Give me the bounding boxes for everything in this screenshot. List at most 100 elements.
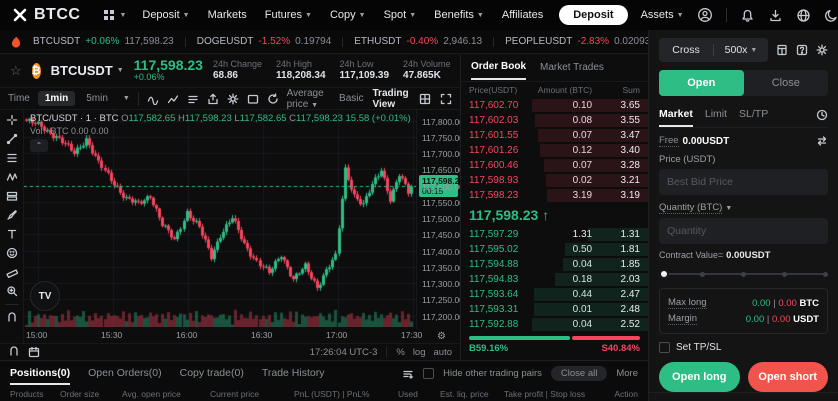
quantity-input[interactable]	[659, 218, 828, 244]
layout-grid-icon[interactable]	[419, 93, 431, 105]
deposit-button[interactable]: Deposit	[559, 5, 627, 25]
language-globe-icon[interactable]	[796, 8, 811, 23]
open-long-button[interactable]: Open long	[659, 362, 740, 392]
leverage-button[interactable]: 500x ▼	[714, 44, 768, 56]
tradingview-logo[interactable]: TV	[30, 281, 60, 311]
list-filter-icon[interactable]	[402, 368, 414, 380]
order-tab-sl-tp[interactable]: SL/TP	[739, 102, 768, 127]
positions-tab[interactable]: Open Orders(0)	[88, 362, 162, 385]
fullscreen-icon[interactable]	[440, 93, 452, 105]
open-short-button[interactable]: Open short	[748, 362, 829, 392]
pattern-xabcd-icon[interactable]	[6, 171, 18, 183]
crosshair-icon[interactable]	[6, 114, 18, 126]
apps-grid-button[interactable]: ▼	[102, 8, 126, 22]
orderbook-row[interactable]: 117,593.640.442.47	[461, 287, 648, 302]
orderbook-row[interactable]: 117,594.830.182.03	[461, 272, 648, 287]
text-tool-icon[interactable]	[6, 228, 18, 240]
chart-settings-gear-icon[interactable]	[227, 93, 239, 105]
long-short-position-icon[interactable]	[6, 190, 18, 202]
orderbook-row[interactable]: 117,598.233.193.19	[461, 188, 648, 203]
nav-item-deposit[interactable]: Deposit▼	[142, 9, 189, 21]
zoom-in-icon[interactable]	[6, 285, 18, 297]
chart-clock[interactable]: 17:26:04 UTC-3	[310, 347, 378, 358]
compare-list-icon[interactable]	[187, 93, 199, 105]
magnet-icon[interactable]	[6, 312, 18, 324]
legend-collapse-button[interactable]: ⌃	[30, 139, 48, 152]
margin-mode-button[interactable]: Cross	[659, 44, 713, 56]
scale-%[interactable]: %	[396, 347, 404, 358]
price-axis[interactable]: 117,598.23 00:15 117,800.00117,750.00117…	[416, 110, 460, 329]
nav-item-copy[interactable]: Copy▼	[330, 9, 366, 21]
orderbook-row[interactable]: 117,601.260.123.40	[461, 143, 648, 158]
calculator-icon[interactable]	[776, 44, 788, 56]
download-app-icon[interactable]	[768, 8, 783, 23]
slider-handle[interactable]	[659, 269, 669, 279]
open-tab[interactable]: Open	[659, 70, 744, 96]
orderbook-row[interactable]: 117,592.880.042.52	[461, 317, 648, 332]
time-axis[interactable]: 15:0015:3016:0016:3017:0017:30	[24, 329, 416, 343]
go-to-date-icon[interactable]	[28, 346, 40, 358]
basic-button[interactable]: Basic	[339, 93, 363, 104]
theme-moon-icon[interactable]	[824, 8, 838, 23]
orderbook-tab-market-trades[interactable]: Market Trades	[540, 56, 604, 79]
chevron-down-icon[interactable]: ▼	[123, 95, 130, 102]
favorite-star-icon[interactable]: ☆	[10, 63, 22, 79]
interval-5min[interactable]: 5min	[79, 91, 115, 106]
refresh-icon[interactable]	[267, 93, 279, 105]
btcc-logo[interactable]: BTCC	[12, 6, 80, 24]
account-icon[interactable]	[697, 7, 713, 23]
chart-area[interactable]: BTC/USDT · 1 · BTC O117,582.65 H117,598.…	[0, 110, 460, 343]
transfer-icon[interactable]	[816, 135, 828, 147]
orderbook-row[interactable]: 117,600.460.073.28	[461, 158, 648, 173]
orderbook-row[interactable]: 117,597.291.311.31	[461, 227, 648, 242]
notifications-bell-icon[interactable]	[740, 8, 755, 23]
help-icon[interactable]	[796, 44, 808, 56]
orderbook-row[interactable]: 117,594.880.041.85	[461, 257, 648, 272]
symbol-selector[interactable]: BTCUSDT ▼	[51, 63, 124, 78]
axis-settings-gear-icon[interactable]: ⚙	[437, 331, 446, 342]
brush-icon[interactable]	[6, 209, 18, 221]
clock-icon[interactable]	[816, 109, 828, 121]
orderbook-row[interactable]: 117,602.700.103.65	[461, 98, 648, 113]
ruler-icon[interactable]	[6, 266, 18, 278]
nav-item-markets[interactable]: Markets	[208, 9, 247, 21]
scale-auto[interactable]: auto	[434, 347, 453, 358]
fib-retracement-icon[interactable]	[6, 152, 18, 164]
orderbook-row[interactable]: 117,593.310.012.48	[461, 302, 648, 317]
close-tab[interactable]: Close	[744, 70, 829, 96]
magnet-mode-icon[interactable]	[8, 346, 20, 358]
emoji-icon[interactable]	[6, 247, 18, 259]
tpsl-checkbox[interactable]	[659, 342, 670, 353]
quantity-slider[interactable]	[659, 268, 828, 280]
positions-tab[interactable]: Positions(0)	[10, 362, 70, 385]
trendline-icon[interactable]	[6, 133, 18, 145]
export-icon[interactable]	[207, 93, 219, 105]
indicators-icon[interactable]	[147, 93, 159, 105]
tradingview-mode-button[interactable]: Trading View	[373, 88, 411, 110]
ticker-item[interactable]: PEOPLEUSDT-2.83%0.02093	[505, 36, 648, 47]
ticker-item[interactable]: BTCUSDT+0.06%117,598.23	[33, 36, 174, 47]
positions-tab[interactable]: Copy trade(0)	[180, 362, 244, 385]
order-tab-market[interactable]: Market	[659, 102, 693, 127]
orderbook-row[interactable]: 117,602.030.083.55	[461, 113, 648, 128]
nav-item-futures[interactable]: Futures▼	[265, 9, 312, 21]
orderbook-tab-order-book[interactable]: Order Book	[471, 55, 526, 80]
nav-item-benefits[interactable]: Benefits▼	[434, 9, 484, 21]
assets-menu[interactable]: Assets ▼	[641, 9, 684, 21]
panel-settings-gear-icon[interactable]	[816, 44, 828, 56]
interval-1min[interactable]: 1min	[38, 91, 75, 106]
orderbook-row[interactable]: 117,595.020.501.81	[461, 242, 648, 257]
snapshot-icon[interactable]	[247, 93, 259, 105]
order-tab-limit[interactable]: Limit	[705, 102, 727, 127]
candlestick-chart-canvas[interactable]	[24, 110, 416, 327]
average-price-dropdown[interactable]: Average price ▼	[287, 88, 330, 110]
hide-pairs-checkbox[interactable]	[423, 368, 434, 379]
scale-log[interactable]: log	[413, 347, 426, 358]
orderbook-row[interactable]: 117,601.550.073.47	[461, 128, 648, 143]
ticker-item[interactable]: ETHUSDT-0.40%2,946.13	[354, 36, 482, 47]
chart-style-icon[interactable]	[167, 93, 179, 105]
more-button[interactable]: More	[616, 368, 638, 379]
orderbook-row[interactable]: 117,598.930.023.21	[461, 173, 648, 188]
ticker-item[interactable]: DOGEUSDT-1.52%0.19794	[197, 36, 332, 47]
close-all-button[interactable]: Close all	[551, 366, 607, 381]
